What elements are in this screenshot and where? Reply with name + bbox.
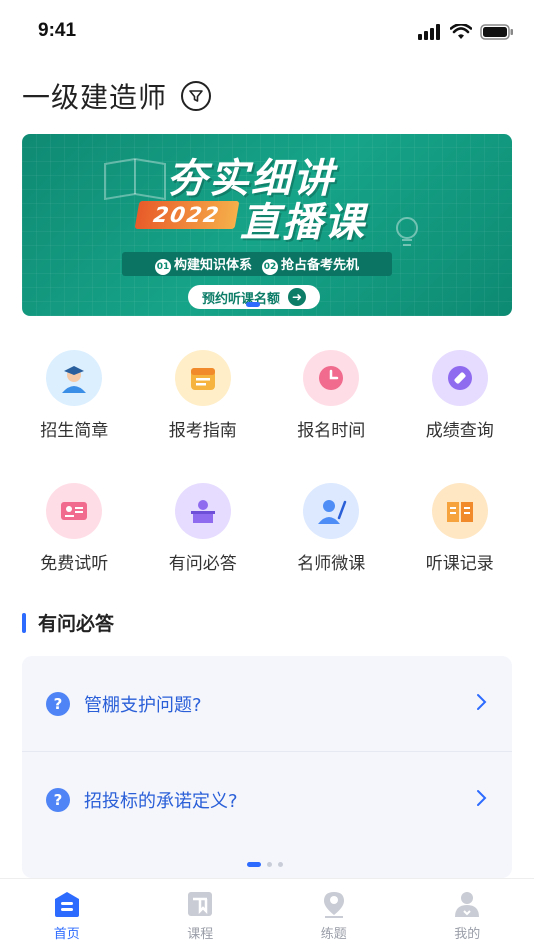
- feature-label: 有问必答: [168, 554, 237, 574]
- question-icon: ?: [46, 788, 70, 812]
- banner-year: 2022: [134, 201, 240, 229]
- feature-label: 名师微课: [297, 554, 366, 574]
- feature-micro-course[interactable]: 名师微课: [276, 483, 386, 574]
- feature-exam-guide[interactable]: 报考指南: [148, 350, 258, 441]
- qa-section-header: 有问必答: [22, 609, 114, 636]
- arrow-right-icon: ➜: [288, 288, 306, 306]
- feature-admissions[interactable]: 招生简章: [19, 350, 129, 441]
- feature-free-trial[interactable]: 免费试听: [19, 483, 129, 574]
- point-number: 02: [262, 258, 278, 275]
- banner-point: 02 抢占备考先机: [262, 254, 359, 275]
- tab-course[interactable]: 课程: [160, 879, 240, 950]
- qa-list-item[interactable]: ? 管棚支护问题?: [22, 656, 512, 752]
- tab-practice[interactable]: 练题: [294, 879, 374, 950]
- page-dot-active: [247, 862, 261, 867]
- page-title: 一级建造师: [22, 81, 168, 114]
- tab-label: 首页: [53, 927, 80, 942]
- feature-label: 招生简章: [40, 421, 109, 441]
- point-text: 构建知识体系: [173, 257, 252, 273]
- page-dot: [267, 862, 272, 867]
- calendar-icon: [174, 350, 231, 406]
- chevron-right-icon: [476, 788, 488, 812]
- feature-label: 报考指南: [168, 421, 237, 441]
- tab-label: 课程: [187, 927, 214, 942]
- page-dot: [277, 302, 282, 307]
- feature-row: 免费试听 有问必答 名师微课 听课记录: [0, 483, 534, 574]
- lecturer-icon: [303, 483, 360, 539]
- feature-label: 免费试听: [40, 554, 109, 574]
- feature-label: 报名时间: [297, 421, 366, 441]
- feature-grid: 招生简章 报考指南 报名时间 成绩查询 免费试听 有问必答 名师微课 听课记录: [0, 350, 534, 616]
- feature-study-record[interactable]: 听课记录: [405, 483, 515, 574]
- question-text: 招投标的承诺定义?: [84, 791, 238, 812]
- banner-points: 01 构建知识体系 02 抢占备考先机: [122, 252, 392, 276]
- feature-qa[interactable]: 有问必答: [148, 483, 258, 574]
- qa-list-item[interactable]: ? 招投标的承诺定义?: [22, 752, 512, 848]
- feature-score-query[interactable]: 成绩查询: [405, 350, 515, 441]
- feature-registration-time[interactable]: 报名时间: [276, 350, 386, 441]
- tab-label: 练题: [320, 927, 347, 942]
- point-text: 抢占备考先机: [281, 257, 360, 273]
- page-dot-active: [246, 302, 260, 307]
- home-icon: [52, 889, 82, 919]
- status-time: 9:41: [38, 20, 77, 41]
- book-illustration-icon: [104, 157, 166, 201]
- filter-icon[interactable]: [181, 81, 212, 111]
- tab-profile[interactable]: 我的: [427, 879, 507, 950]
- practice-icon: [319, 889, 349, 919]
- satellite-icon: [431, 350, 488, 406]
- page-dot: [266, 302, 271, 307]
- page-dot: [278, 862, 283, 867]
- feature-row: 招生简章 报考指南 报名时间 成绩查询: [0, 350, 534, 441]
- question-text: 管棚支护问题?: [84, 694, 202, 716]
- wifi-icon: [450, 24, 472, 39]
- signal-icon: [418, 24, 440, 40]
- id-card-icon: [46, 483, 103, 539]
- bottom-tab-bar: 首页 课程 练题 我的: [0, 878, 534, 950]
- lightbulb-icon: [396, 217, 418, 246]
- course-icon: [185, 889, 215, 919]
- tab-home[interactable]: 首页: [27, 879, 107, 950]
- feature-label: 听课记录: [425, 554, 494, 574]
- clock-icon: [303, 350, 360, 406]
- banner-subtitle: 直播课: [240, 200, 366, 246]
- teacher-desk-icon: [174, 483, 231, 539]
- tab-label: 我的: [454, 927, 481, 942]
- header: 一级建造师: [22, 76, 212, 116]
- banner-pagination: [246, 302, 282, 307]
- banner-point: 01 构建知识体系: [154, 254, 252, 275]
- chevron-right-icon: [476, 692, 488, 716]
- profile-icon: [452, 889, 482, 919]
- point-number: 01: [154, 258, 171, 275]
- section-title: 有问必答: [38, 613, 115, 635]
- status-bar: 9:41: [0, 0, 534, 62]
- student-icon: [46, 350, 103, 406]
- section-accent-bar: [22, 612, 26, 633]
- status-icons: [418, 24, 514, 40]
- qa-pagination: [247, 862, 283, 867]
- feature-label: 成绩查询: [425, 421, 494, 441]
- promo-banner[interactable]: 夯实细讲 2022 直播课 01 构建知识体系 02 抢占备考先机 预约听课名额 ➜: [22, 134, 512, 316]
- question-icon: ?: [46, 691, 70, 716]
- qa-card: ? 管棚支护问题? ? 招投标的承诺定义?: [22, 656, 512, 878]
- battery-icon: [480, 24, 513, 40]
- book-icon: [431, 483, 488, 539]
